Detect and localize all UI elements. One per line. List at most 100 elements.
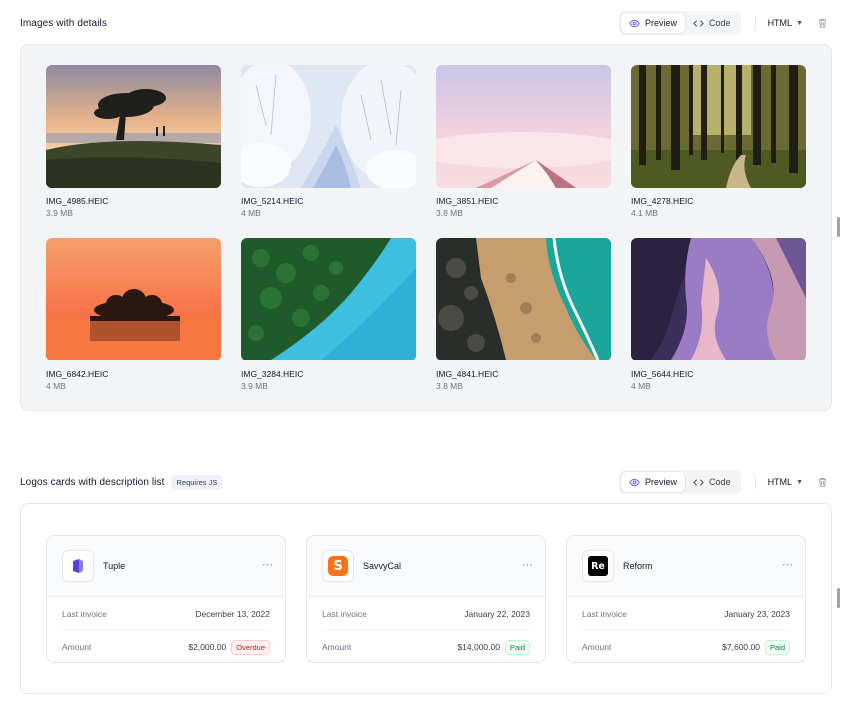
image-card[interactable]: IMG_3284.HEIC 3.9 MB: [241, 238, 416, 392]
section-header-logos: Logos cards with description list Requir…: [20, 470, 828, 494]
image-filesize: 3.9 MB: [46, 208, 73, 218]
last-invoice-date: January 23, 2023: [724, 608, 790, 619]
image-card[interactable]: IMG_3851.HEIC 3.8 MB: [436, 65, 611, 219]
client-card-tuple: Tuple ··· Last invoice December 13, 2022…: [46, 535, 286, 663]
language-select[interactable]: HTML ▼: [768, 477, 803, 487]
image-thumbnail[interactable]: [241, 65, 416, 188]
code-label: Code: [709, 18, 731, 28]
section-header-images: Images with details Preview Code HTML ▼: [20, 11, 828, 35]
image-filename: IMG_4985.HEIC: [46, 196, 109, 206]
image-thumbnail[interactable]: [436, 65, 611, 188]
savvycal-logo-mark: S: [328, 556, 348, 576]
last-invoice-row: Last invoice January 23, 2023: [582, 597, 790, 630]
code-icon: [693, 19, 704, 27]
ellipsis-icon[interactable]: ···: [522, 558, 533, 572]
scrollbar-thumb[interactable]: [837, 588, 840, 608]
image-thumbnail[interactable]: [46, 238, 221, 361]
tuple-logo-icon: [62, 550, 94, 582]
trash-icon: [818, 477, 827, 487]
amount-row: Amount $14,000.00 Paid: [322, 630, 530, 662]
reform-logo-icon: Re: [582, 550, 614, 582]
reform-logo-mark: Re: [588, 556, 608, 576]
header-controls: Preview Code HTML ▼: [619, 470, 828, 494]
image-filename: IMG_5644.HEIC: [631, 369, 694, 379]
canyon-photo: [631, 238, 806, 360]
image-card[interactable]: IMG_6842.HEIC 4 MB: [46, 238, 221, 392]
image-card[interactable]: IMG_5214.HEIC 4 MB: [241, 65, 416, 219]
last-invoice-label: Last invoice: [62, 608, 107, 619]
image-thumbnail[interactable]: [631, 65, 806, 188]
image-filename: IMG_3284.HEIC: [241, 369, 304, 379]
preview-label: Preview: [645, 18, 678, 28]
image-filesize: 4 MB: [631, 381, 651, 391]
delete-button[interactable]: [817, 476, 828, 488]
image-filename: IMG_4278.HEIC: [631, 196, 694, 206]
savvycal-logo-icon: S: [322, 550, 354, 582]
status-badge: Paid: [504, 639, 530, 655]
client-card-savvycal: S SavvyCal ··· Last invoice January 22, …: [306, 535, 546, 663]
client-card-header: S SavvyCal ···: [307, 536, 545, 597]
image-filesize: 3.8 MB: [436, 381, 463, 391]
ellipsis-icon[interactable]: ···: [782, 558, 793, 572]
status-badge: Paid: [764, 639, 790, 655]
amount-label: Amount: [322, 642, 352, 652]
preview-label: Preview: [645, 477, 678, 487]
view-toggle: Preview Code: [619, 470, 741, 494]
client-card-header: Tuple ···: [47, 536, 285, 597]
preview-tab[interactable]: Preview: [621, 13, 686, 33]
last-invoice-row: Last invoice December 13, 2022: [62, 597, 270, 630]
code-tab[interactable]: Code: [685, 13, 739, 33]
image-filesize: 3.9 MB: [241, 381, 268, 391]
code-tab[interactable]: Code: [685, 472, 739, 492]
last-invoice-label: Last invoice: [322, 608, 367, 619]
status-badge: Overdue: [231, 639, 270, 655]
amount-label: Amount: [62, 642, 92, 652]
tree-sunset-photo: [46, 65, 221, 188]
language-value: HTML: [767, 477, 793, 487]
image-filesize: 4.1 MB: [631, 208, 658, 218]
preview-tab[interactable]: Preview: [621, 472, 686, 492]
image-thumbnail[interactable]: [241, 238, 416, 361]
language-value: HTML: [767, 18, 793, 28]
amount-row: Amount $7,600.00 Paid: [582, 630, 790, 662]
trash-icon: [818, 18, 827, 28]
image-filesize: 3.8 MB: [436, 208, 463, 218]
last-invoice-date: January 22, 2023: [464, 608, 530, 619]
last-invoice-date: December 13, 2022: [195, 608, 270, 619]
image-thumbnail[interactable]: [631, 238, 806, 361]
amount-value: $2,000.00: [188, 642, 227, 652]
image-card[interactable]: IMG_4985.HEIC 3.9 MB: [46, 65, 221, 219]
client-card-reform: Re Reform ··· Last invoice January 23, 2…: [566, 535, 806, 663]
section-title: Logos cards with description list: [20, 476, 165, 488]
language-select[interactable]: HTML ▼: [768, 18, 803, 28]
image-filesize: 4 MB: [241, 208, 261, 218]
chevron-down-icon: ▼: [796, 478, 803, 486]
client-name: Reform: [623, 561, 653, 571]
image-filename: IMG_4841.HEIC: [436, 369, 499, 379]
forest-lake-aerial-photo: [241, 238, 416, 360]
amount-value: $14,000.00: [457, 642, 500, 652]
requires-js-badge: Requires JS: [171, 474, 223, 490]
amount-row: Amount $2,000.00 Overdue: [62, 630, 270, 662]
image-filename: IMG_6842.HEIC: [46, 369, 109, 379]
ellipsis-icon[interactable]: ···: [262, 558, 273, 572]
delete-button[interactable]: [817, 17, 828, 29]
divider: [754, 16, 756, 30]
image-card[interactable]: IMG_5644.HEIC 4 MB: [631, 238, 806, 392]
snowy-forest-photo: [241, 65, 416, 188]
image-card[interactable]: IMG_4278.HEIC 4.1 MB: [631, 65, 806, 219]
image-thumbnail[interactable]: [46, 65, 221, 188]
client-name: Tuple: [103, 561, 126, 571]
last-invoice-row: Last invoice January 22, 2023: [322, 597, 530, 630]
lake-sunset-photo: [46, 238, 221, 360]
scrollbar-thumb[interactable]: [837, 217, 840, 237]
image-filename: IMG_3851.HEIC: [436, 196, 499, 206]
client-name: SavvyCal: [363, 561, 402, 571]
image-card[interactable]: IMG_4841.HEIC 3.8 MB: [436, 238, 611, 392]
code-label: Code: [709, 477, 731, 487]
image-filesize: 4 MB: [46, 381, 66, 391]
forest-trees-photo: [631, 65, 806, 188]
image-thumbnail[interactable]: [436, 238, 611, 361]
header-controls: Preview Code HTML ▼: [619, 11, 828, 35]
image-gallery: IMG_4985.HEIC 3.9 MB IMG_5214.HEIC 4 MB: [20, 44, 832, 411]
